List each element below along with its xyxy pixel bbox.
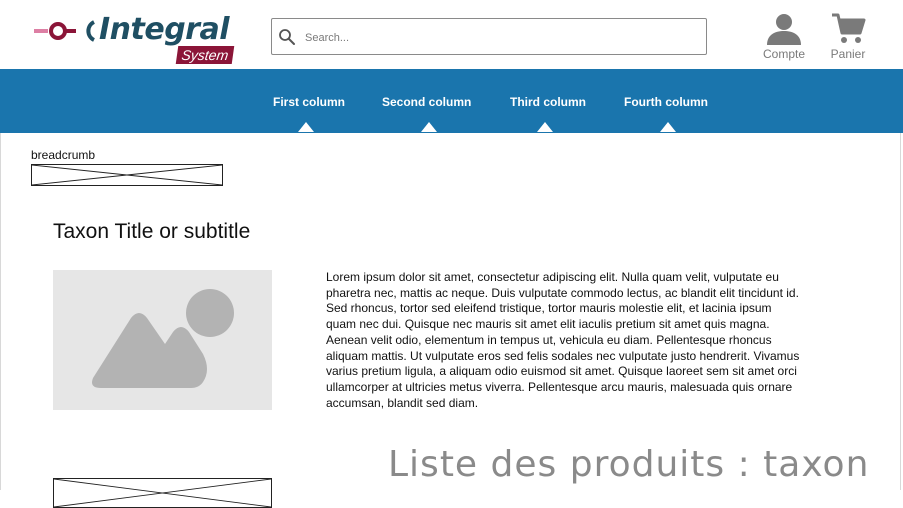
user-icon — [767, 14, 801, 45]
site-header: Integral System Compte Panier — [0, 0, 903, 69]
caret-up-icon — [660, 122, 676, 132]
taxon-title: Taxon Title or subtitle — [53, 220, 251, 243]
image-placeholder-icon — [92, 289, 234, 388]
nav-item-first-column[interactable]: First column — [273, 95, 346, 132]
placeholder-cross-icon — [32, 165, 222, 185]
taxon-description: Lorem ipsum dolor sit amet, consectetur … — [326, 270, 800, 410]
cart-icon — [832, 13, 866, 43]
brand-logo[interactable]: Integral System — [34, 12, 239, 66]
nav-item-third-column[interactable]: Third column — [510, 95, 586, 132]
search-box[interactable] — [271, 18, 707, 55]
taxon-image — [53, 270, 272, 410]
breadcrumb-placeholder[interactable] — [31, 164, 223, 186]
nav-item-label: Second column — [382, 95, 472, 109]
product-placeholder[interactable] — [53, 478, 272, 508]
account-label: Compte — [762, 47, 806, 61]
brand-subtitle: System — [175, 46, 235, 64]
search-icon[interactable] — [278, 28, 296, 46]
brand-name: Integral — [99, 12, 230, 47]
account-button[interactable]: Compte — [757, 12, 811, 64]
cart-button[interactable]: Panier — [821, 12, 875, 64]
search-input[interactable] — [303, 25, 702, 51]
caret-up-icon — [421, 122, 437, 132]
product-list-title: Liste des produits : taxon — [388, 444, 870, 485]
cart-label: Panier — [830, 47, 866, 61]
breadcrumb-label: breadcrumb — [31, 148, 96, 162]
nav-item-label: First column — [273, 95, 346, 109]
nav-item-second-column[interactable]: Second column — [382, 95, 472, 132]
connector-icon — [34, 20, 96, 42]
main-nav: First column Second column Third column … — [0, 69, 903, 133]
placeholder-cross-icon — [54, 479, 271, 507]
nav-item-fourth-column[interactable]: Fourth column — [624, 95, 708, 132]
caret-up-icon — [298, 122, 314, 132]
nav-item-label: Third column — [510, 95, 586, 109]
nav-item-label: Fourth column — [624, 95, 708, 109]
caret-up-icon — [537, 122, 553, 132]
